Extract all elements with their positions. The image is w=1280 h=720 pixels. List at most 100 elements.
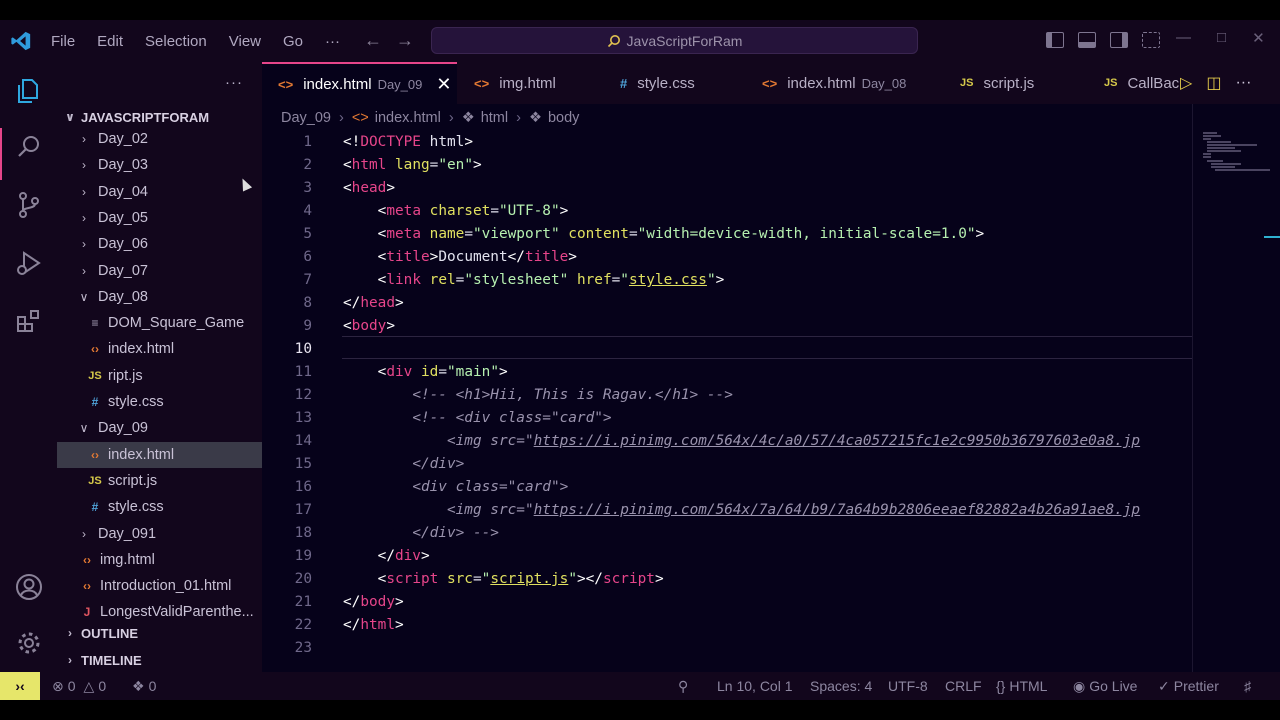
settings-gear-icon[interactable] — [14, 628, 44, 658]
customize-layout-icon[interactable] — [1142, 32, 1160, 48]
cursor-position[interactable]: Ln 10, Col 1 — [717, 672, 793, 700]
prettier-button[interactable]: ✓ Prettier — [1158, 672, 1219, 700]
explorer-icon[interactable] — [14, 76, 44, 106]
error-count: 0 — [67, 678, 76, 694]
folder-day_02[interactable]: › Day_02 — [57, 126, 262, 152]
source-control-icon[interactable] — [14, 190, 44, 220]
menu-view[interactable]: View — [218, 33, 272, 50]
extensions-icon[interactable] — [14, 306, 44, 336]
tab-index-html-day09[interactable]: <> index.html Day_09 ✕ — [262, 62, 457, 104]
breadcrumb-html[interactable]: html — [481, 110, 508, 126]
toggle-secondary-sidebar-icon[interactable] — [1110, 32, 1128, 48]
folder-day_06[interactable]: › Day_06 — [57, 231, 262, 257]
minimap[interactable] — [1192, 104, 1280, 672]
toggle-primary-sidebar-icon[interactable] — [1046, 32, 1064, 48]
activity-bar — [0, 62, 57, 672]
file-label: style.css — [108, 394, 164, 410]
folder-day_09[interactable]: ∨ Day_09 — [57, 415, 262, 441]
file-html[interactable]: ‹› index.html — [57, 442, 262, 468]
command-center-search[interactable]: JavaScriptForRam — [431, 27, 918, 54]
file-label: script.js — [108, 473, 158, 489]
tab-img-html[interactable]: <> img.html — [474, 62, 556, 104]
code-line: <body> — [343, 318, 395, 334]
timeline-label: TIMELINE — [81, 652, 142, 668]
remote-indicator-icon[interactable]: ›‹ — [0, 672, 40, 700]
chevron-right-icon: › — [82, 264, 86, 278]
code-line: <meta name="viewport" content="width=dev… — [377, 226, 985, 242]
go-live-button[interactable]: ◉ Go Live — [1073, 672, 1137, 700]
file-css[interactable]: # style.css — [57, 494, 262, 520]
file-label: index.html — [108, 447, 175, 463]
text-file-icon: ≡ — [91, 316, 99, 330]
code-line: <div id="main"> — [377, 364, 508, 380]
tab-label: index.html — [787, 74, 856, 92]
close-window-icon[interactable]: ✕ — [1252, 29, 1265, 47]
chevron-right-icon: › — [82, 132, 86, 146]
outline-section[interactable]: › OUTLINE — [57, 620, 262, 646]
folder-day_05[interactable]: › Day_05 — [57, 205, 262, 231]
window-controls: — □ ✕ — [1176, 29, 1265, 47]
encoding[interactable]: UTF-8 — [888, 672, 928, 700]
tab-callback-js[interactable]: JS CallBac — [1104, 62, 1179, 104]
run-icon[interactable]: ▷ — [1180, 73, 1192, 93]
file-html[interactable]: ‹› index.html — [57, 336, 262, 362]
file-html[interactable]: ‹› Introduction_01.html — [57, 573, 262, 599]
timeline-section[interactable]: › TIMELINE — [57, 647, 262, 672]
title-bar: File Edit Selection View Go ··· ← → Java… — [0, 20, 1280, 62]
file-js[interactable]: JS script.js — [57, 468, 262, 494]
accounts-icon[interactable] — [14, 572, 44, 602]
broadcast-icon: ❖ — [132, 677, 145, 694]
notifications-bell-icon[interactable]: ♯ — [1244, 672, 1251, 700]
tab-description: Day_09 — [377, 76, 423, 92]
tab-style-css[interactable]: # style.css — [620, 62, 695, 104]
menu-edit[interactable]: Edit — [86, 33, 134, 50]
search-sidebar-icon[interactable] — [14, 132, 44, 162]
file-txt[interactable]: ≡ DOM_Square_Game — [57, 310, 262, 336]
code-editor[interactable]: 1 2 3 4 5 6 7 8 9 10 11 12 13 14 15 16 17 18 19 20 21 22 23 <!… — [262, 131, 1192, 672]
language-mode[interactable]: {​} HTML — [996, 672, 1047, 700]
minimize-icon[interactable]: — — [1176, 29, 1191, 47]
toggle-panel-icon[interactable] — [1078, 32, 1096, 48]
menu-bar: File Edit Selection View Go ··· — [40, 20, 351, 62]
code-line: <link rel="stylesheet" href="style.css"> — [377, 272, 725, 288]
folder-label: Day_05 — [98, 210, 148, 226]
run-debug-icon[interactable] — [14, 248, 44, 278]
breadcrumb-folder[interactable]: Day_09 — [281, 110, 331, 126]
back-arrow-icon[interactable]: ← — [364, 30, 382, 51]
js-file-icon: JS — [88, 370, 102, 382]
more-actions-icon[interactable]: ··· — [1235, 74, 1251, 92]
tab-script-js[interactable]: JS script.js — [960, 62, 1034, 104]
zoom-icon[interactable]: ⚲ — [678, 672, 688, 700]
folder-day_091[interactable]: › Day_091 — [57, 521, 262, 547]
folder-day_07[interactable]: › Day_07 — [57, 258, 262, 284]
file-html[interactable]: ‹› img.html — [57, 547, 262, 573]
indentation[interactable]: Spaces: 4 — [810, 672, 872, 700]
ports-indicator[interactable]: ❖ 0 — [132, 672, 156, 700]
end-of-line[interactable]: CRLF — [945, 672, 982, 700]
code-line: <meta charset="UTF-8"> — [377, 203, 569, 219]
problems-indicator[interactable]: ⊗ 0 △ 0 — [52, 672, 106, 700]
folder-day_08[interactable]: ∨ Day_08 — [57, 284, 262, 310]
folder-day_04[interactable]: › Day_04 — [57, 179, 262, 205]
breadcrumb-file[interactable]: index.html — [375, 110, 441, 126]
html-file-icon: <> — [474, 75, 490, 91]
tab-description: Day_08 — [861, 75, 907, 91]
breadcrumb-body[interactable]: body — [548, 110, 579, 126]
search-icon — [607, 34, 620, 47]
close-tab-icon[interactable]: ✕ — [436, 74, 451, 95]
menu-selection[interactable]: Selection — [134, 33, 218, 50]
chevron-right-icon: › — [82, 158, 86, 172]
folder-day_03[interactable]: › Day_03 — [57, 152, 262, 178]
file-label: LongestValidParenthe... — [100, 604, 254, 620]
menu-file[interactable]: File — [40, 33, 86, 50]
forward-arrow-icon[interactable]: → — [396, 30, 414, 51]
explorer-more-actions-icon[interactable]: ··· — [225, 74, 243, 91]
file-js[interactable]: JS ript.js — [57, 363, 262, 389]
menu-more[interactable]: ··· — [314, 33, 351, 50]
tab-label: style.css — [637, 74, 695, 92]
maximize-icon[interactable]: □ — [1217, 29, 1226, 47]
tab-index-html-day08[interactable]: <> index.html Day_08 — [762, 62, 906, 104]
menu-go[interactable]: Go — [272, 33, 314, 50]
file-css[interactable]: # style.css — [57, 389, 262, 415]
split-editor-icon[interactable]: ◫ — [1206, 73, 1221, 93]
